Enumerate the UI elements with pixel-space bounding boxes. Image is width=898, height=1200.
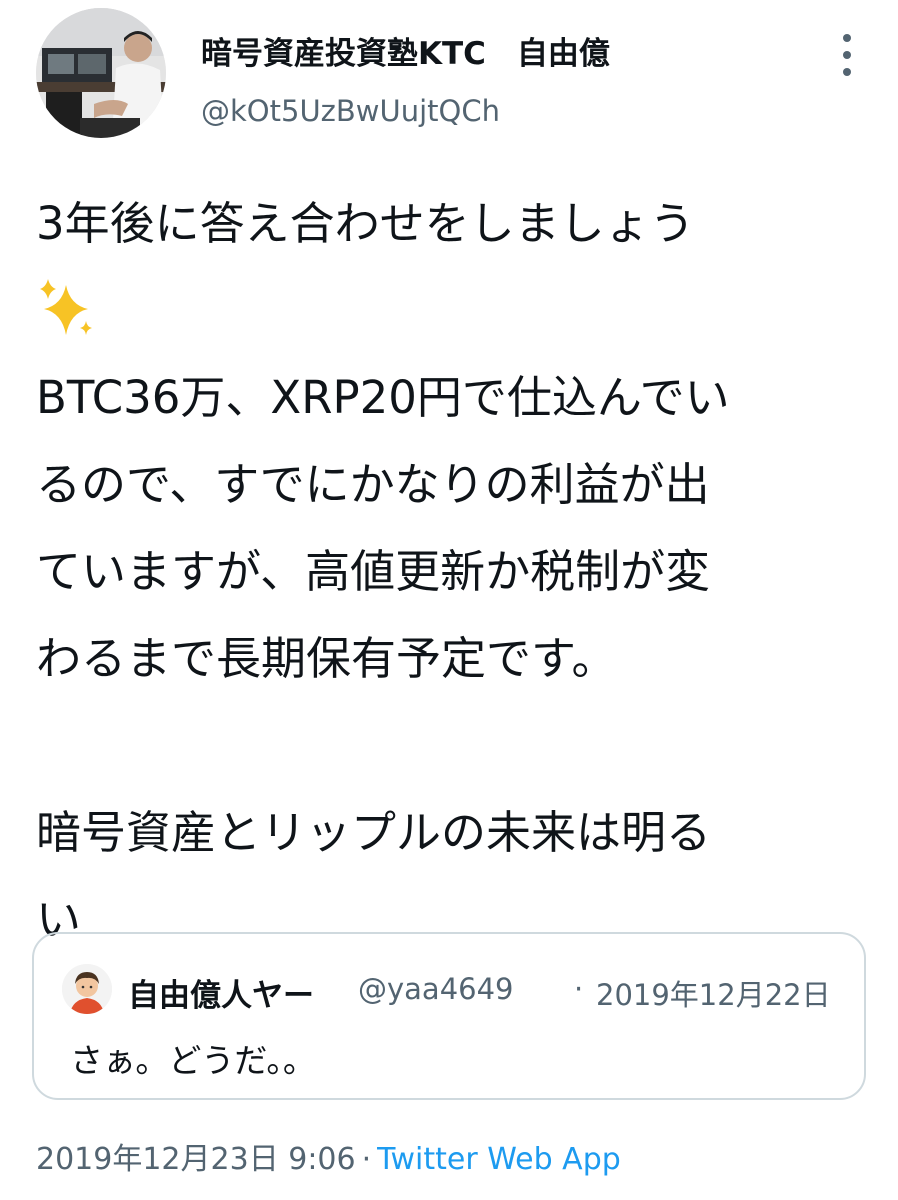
avatar-illustration-icon (62, 964, 112, 1014)
quoted-tweet[interactable]: 自由億人ヤー @yaa4649 · 2019年12月22日 さぁ。どうだ。。 (32, 932, 866, 1100)
tweet-text-line: るので、すでにかなりの利益が出 (36, 458, 710, 511)
quoted-separator: · (574, 972, 584, 1006)
quoted-author-name[interactable]: 自由億人ヤー (128, 970, 314, 1015)
quoted-tweet-date[interactable]: 2019年12月22日 (596, 972, 831, 1014)
tweet-timestamp[interactable]: 2019年12月23日 9:06 (36, 1142, 356, 1177)
tweet-text-line: 暗号資産とリップルの未来は明る (36, 806, 712, 859)
author-handle[interactable]: @kOt5UzBwUujtQCh (201, 94, 500, 128)
more-options-icon[interactable] (832, 30, 862, 80)
avatar-photo-icon (36, 8, 166, 138)
author-display-name[interactable]: 暗号資産投資塾KTC 自由億 (201, 28, 610, 73)
quoted-author-avatar[interactable] (62, 964, 112, 1014)
quoted-tweet-text: さぁ。どうだ。。 (70, 1041, 316, 1080)
tweet-screenshot: 暗号資産投資塾KTC 自由億 @kOt5UzBwUujtQCh 3年後に答え合わ… (0, 0, 898, 1200)
sparkles-icon (40, 279, 92, 335)
tweet-text-line: 3年後に答え合わせをしましょう (36, 197, 695, 250)
footer-separator: · (361, 1142, 372, 1177)
tweet-source-link[interactable]: Twitter Web App (377, 1142, 621, 1177)
tweet-footer: 2019年12月23日 9:06 · Twitter Web App (36, 1134, 621, 1178)
tweet-text-line: ていますが、高値更新か税制が変 (36, 545, 711, 598)
tweet-text-line: わるまで長期保有予定です。 (36, 632, 617, 685)
tweet-text-line: BTC36万、XRP20円で仕込んでい (36, 371, 730, 424)
tweet-header: 暗号資産投資塾KTC 自由億 @kOt5UzBwUujtQCh (36, 8, 866, 138)
author-avatar[interactable] (36, 8, 166, 138)
sparkles-emoji-line (36, 267, 876, 354)
quoted-author-handle[interactable]: @yaa4649 (358, 972, 514, 1006)
tweet-text: 3年後に答え合わせをしましょう BTC36万、XRP20円で仕込んでい るので、… (36, 180, 876, 963)
